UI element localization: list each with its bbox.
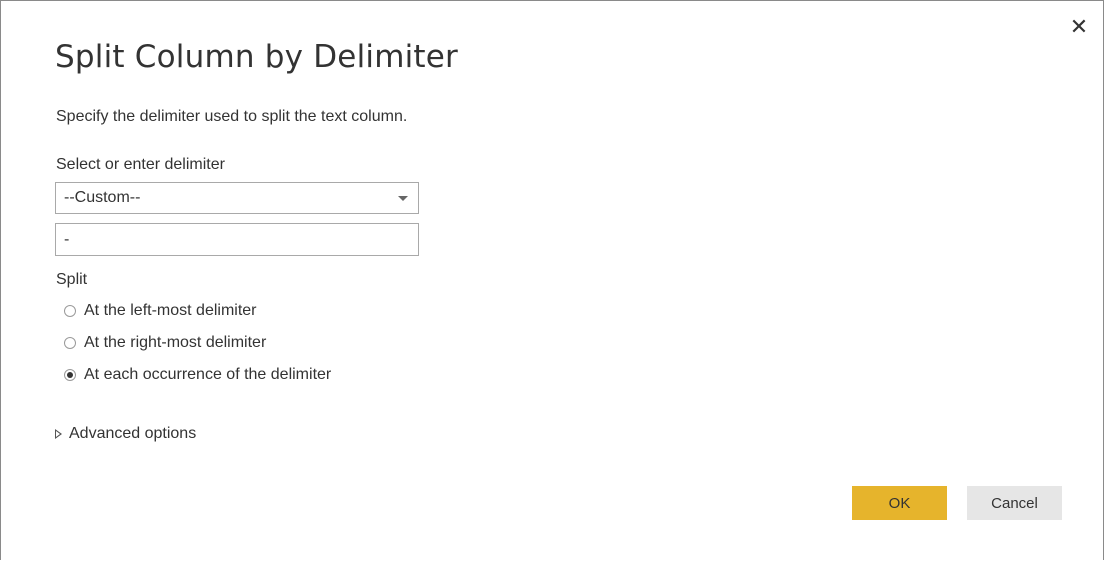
expand-triangle-icon — [55, 429, 62, 439]
advanced-options-label: Advanced options — [69, 425, 197, 442]
advanced-options-toggle[interactable]: Advanced options — [55, 425, 196, 443]
custom-delimiter-input[interactable] — [55, 223, 419, 256]
split-label: Split — [56, 271, 88, 288]
delimiter-dropdown-value: --Custom-- — [64, 189, 141, 206]
delimiter-dropdown[interactable]: --Custom-- — [55, 182, 419, 214]
radio-each-occurrence[interactable]: At each occurrence of the delimiter — [64, 366, 331, 384]
radio-right-most-label: At the right-most delimiter — [84, 334, 267, 351]
radio-right-most-circle[interactable] — [64, 337, 76, 349]
radio-left-most-circle[interactable] — [64, 305, 76, 317]
cancel-button[interactable]: Cancel — [967, 486, 1062, 520]
delimiter-label: Select or enter delimiter — [56, 156, 225, 173]
close-icon: ✕ — [1069, 14, 1089, 39]
radio-left-most[interactable]: At the left-most delimiter — [64, 302, 257, 320]
split-column-dialog: ✕ Split Column by Delimiter Specify the … — [0, 0, 1104, 560]
dialog-title: Split Column by Delimiter — [55, 39, 458, 75]
radio-each-occurrence-circle[interactable] — [64, 369, 76, 381]
radio-left-most-label: At the left-most delimiter — [84, 302, 257, 319]
dialog-description: Specify the delimiter used to split the … — [56, 108, 408, 125]
chevron-down-icon — [398, 196, 408, 201]
radio-right-most[interactable]: At the right-most delimiter — [64, 334, 266, 352]
close-button[interactable]: ✕ — [1065, 13, 1093, 41]
ok-button[interactable]: OK — [852, 486, 947, 520]
radio-each-occurrence-label: At each occurrence of the delimiter — [84, 366, 332, 383]
